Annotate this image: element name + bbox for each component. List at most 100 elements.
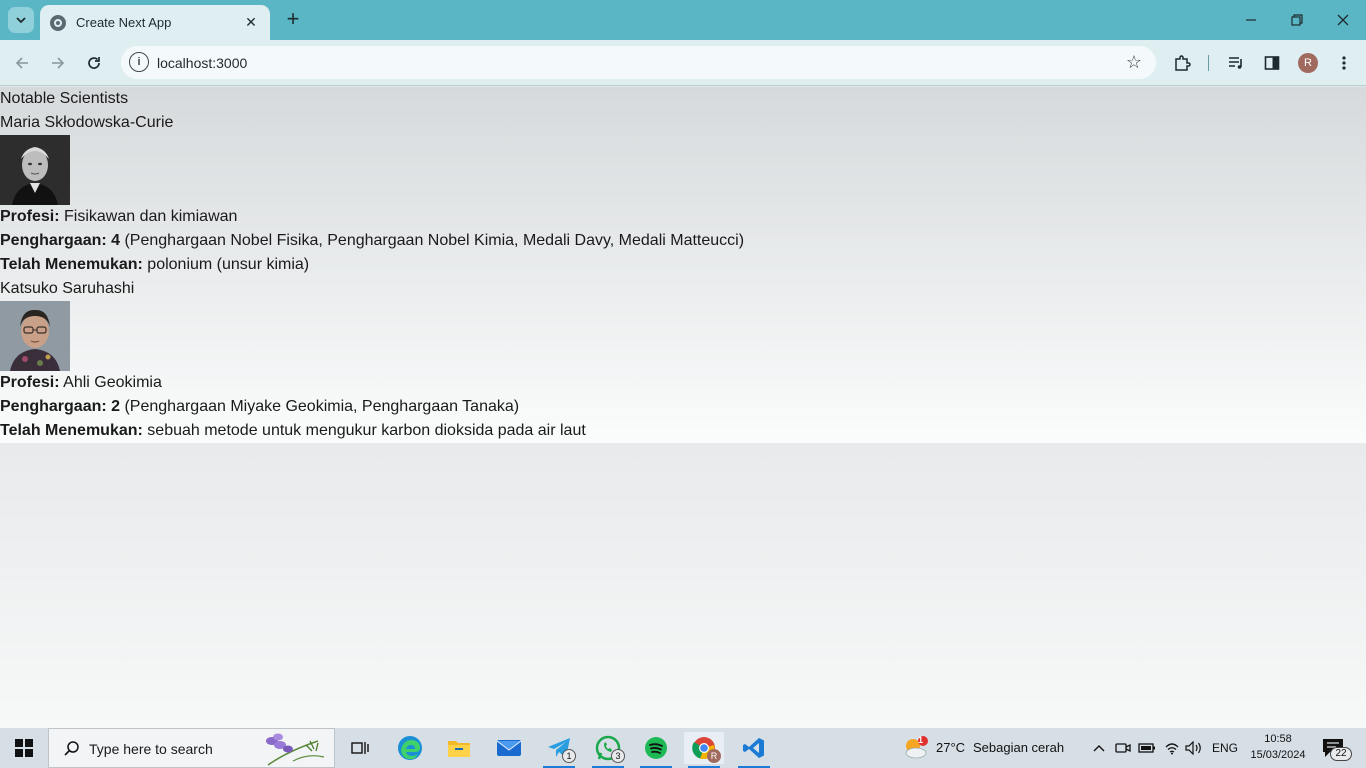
url-text[interactable]: localhost:3000 (157, 55, 247, 71)
chevron-up-icon (1093, 745, 1105, 752)
arrow-left-icon (15, 57, 28, 69)
tab-title: Create Next App (76, 15, 172, 30)
media-control-button[interactable] (1224, 51, 1248, 75)
close-tab-icon[interactable]: ✕ (242, 14, 260, 31)
search-placeholder: Type here to search (89, 741, 213, 757)
reload-button[interactable] (82, 51, 106, 75)
page-heading: Notable Scientists (0, 90, 129, 107)
wifi-icon (1165, 743, 1179, 755)
awards-row: Penghargaan: 2 (Penghargaan Miyake Geoki… (0, 395, 1366, 419)
playlist-icon (1229, 57, 1242, 69)
start-button[interactable] (8, 736, 40, 760)
page-content: Notable Scientists Maria Skłodowska-Curi… (0, 87, 1366, 443)
weather-temperature[interactable]: 27°C (936, 740, 965, 755)
awards-row: Penghargaan: 4 (Penghargaan Nobel Fisika… (0, 229, 1366, 253)
side-panel-icon (1264, 56, 1280, 70)
clock-time: 10:58 (1264, 733, 1292, 745)
browser-tab[interactable]: Create Next App ✕ (40, 5, 270, 40)
lavender-decoration-icon (266, 733, 325, 766)
restore-button[interactable] (1285, 8, 1309, 32)
side-panel-button[interactable] (1260, 51, 1284, 75)
profession-value: Ahli Geokimia (59, 374, 162, 391)
search-icon (64, 741, 79, 756)
weather-alert-count: 1 (918, 735, 924, 745)
task-view-icon (351, 742, 369, 754)
browser-toolbar: i localhost:3000 ☆ R (0, 40, 1366, 86)
discovered-value: sebuah metode untuk mengukur karbon diok… (142, 422, 586, 439)
whatsapp-app[interactable]: 3 (588, 732, 628, 768)
input-language[interactable]: ENG (1212, 741, 1238, 755)
partly-sunny-icon (905, 736, 928, 759)
scientist-name: Maria Skłodowska-Curie (0, 114, 174, 131)
windows-logo-icon (15, 739, 33, 757)
telegram-app[interactable]: 1 (539, 732, 579, 768)
site-info-icon[interactable]: i (129, 52, 149, 72)
battery-icon (1138, 743, 1155, 753)
restore-icon (1291, 14, 1303, 26)
edge-app[interactable] (390, 732, 430, 764)
awards-value: (Penghargaan Nobel Fisika, Penghargaan N… (120, 232, 745, 249)
task-view-button[interactable] (340, 732, 380, 764)
meet-now-button[interactable] (1112, 732, 1134, 764)
speaker-icon (1185, 741, 1201, 755)
notification-count: 22 (1330, 747, 1352, 761)
reload-icon (88, 57, 100, 69)
clock-date: 15/03/2024 (1250, 749, 1306, 761)
camera-icon (1115, 743, 1131, 753)
weather-widget-icon[interactable]: 1 (898, 732, 932, 764)
awards-value: (Penghargaan Miyake Geokimia, Penghargaa… (120, 398, 520, 415)
battery-button[interactable] (1136, 732, 1158, 764)
profession-label: Profesi: (0, 374, 60, 391)
chevron-down-icon (16, 17, 26, 24)
taskbar: Type here to search 1 3 R 1 27°C Sebagia… (0, 728, 1366, 768)
new-tab-button[interactable]: + (282, 8, 304, 31)
chrome-app[interactable]: R (684, 732, 724, 768)
scientist-photo (0, 135, 70, 205)
more-vertical-icon (1342, 56, 1346, 70)
profession-value: Fisikawan dan kimiawan (59, 208, 238, 225)
close-icon (1337, 14, 1349, 26)
spotify-app[interactable] (636, 732, 676, 768)
telegram-badge: 1 (562, 749, 576, 763)
system-clock[interactable]: 10:58 15/03/2024 (1248, 731, 1308, 763)
page-viewport: Notable Scientists Maria Skłodowska-Curi… (0, 87, 1366, 728)
profession-row: Profesi: Fisikawan dan kimiawan (0, 205, 1366, 229)
profession-row: Profesi: Ahli Geokimia (0, 371, 1366, 395)
mail-app[interactable] (489, 732, 529, 764)
minimize-button[interactable] (1239, 8, 1263, 32)
whatsapp-badge: 3 (611, 749, 625, 763)
discovered-label: Telah Menemukan: (0, 256, 143, 273)
back-button[interactable] (10, 51, 34, 75)
minimize-icon (1246, 19, 1256, 21)
show-hidden-icons-button[interactable] (1088, 732, 1110, 764)
toolbar-separator (1208, 55, 1209, 71)
discovered-row: Telah Menemukan: sebuah metode untuk men… (0, 419, 1366, 443)
edge-icon (398, 736, 422, 760)
extensions-button[interactable] (1170, 51, 1194, 75)
discovered-label: Telah Menemukan: (0, 422, 143, 439)
tab-search-button[interactable] (8, 7, 34, 33)
forward-button[interactable] (46, 51, 70, 75)
discovered-row: Telah Menemukan: polonium (unsur kimia) (0, 253, 1366, 277)
taskbar-search-box[interactable]: Type here to search (48, 728, 335, 768)
mail-icon (496, 740, 522, 756)
awards-label: Penghargaan: 4 (0, 232, 121, 249)
browser-menu-button[interactable] (1332, 51, 1356, 75)
volume-button[interactable] (1183, 732, 1205, 764)
bookmark-star-icon[interactable]: ☆ (1126, 52, 1142, 73)
weather-description[interactable]: Sebagian cerah (973, 740, 1064, 755)
file-explorer-app[interactable] (439, 732, 479, 764)
profile-avatar[interactable]: R (1298, 53, 1318, 73)
profession-label: Profesi: (0, 208, 60, 225)
network-button[interactable] (1161, 732, 1183, 764)
awards-label: Penghargaan: 2 (0, 398, 121, 415)
puzzle-icon (1175, 55, 1191, 71)
close-window-button[interactable] (1331, 8, 1355, 32)
arrow-right-icon (52, 57, 65, 69)
vscode-icon (743, 738, 764, 758)
spotify-icon (645, 737, 667, 759)
discovered-value: polonium (unsur kimia) (142, 256, 310, 273)
address-bar[interactable]: i localhost:3000 ☆ (121, 46, 1156, 79)
scientist-photo (0, 301, 70, 371)
vscode-app[interactable] (734, 732, 774, 768)
